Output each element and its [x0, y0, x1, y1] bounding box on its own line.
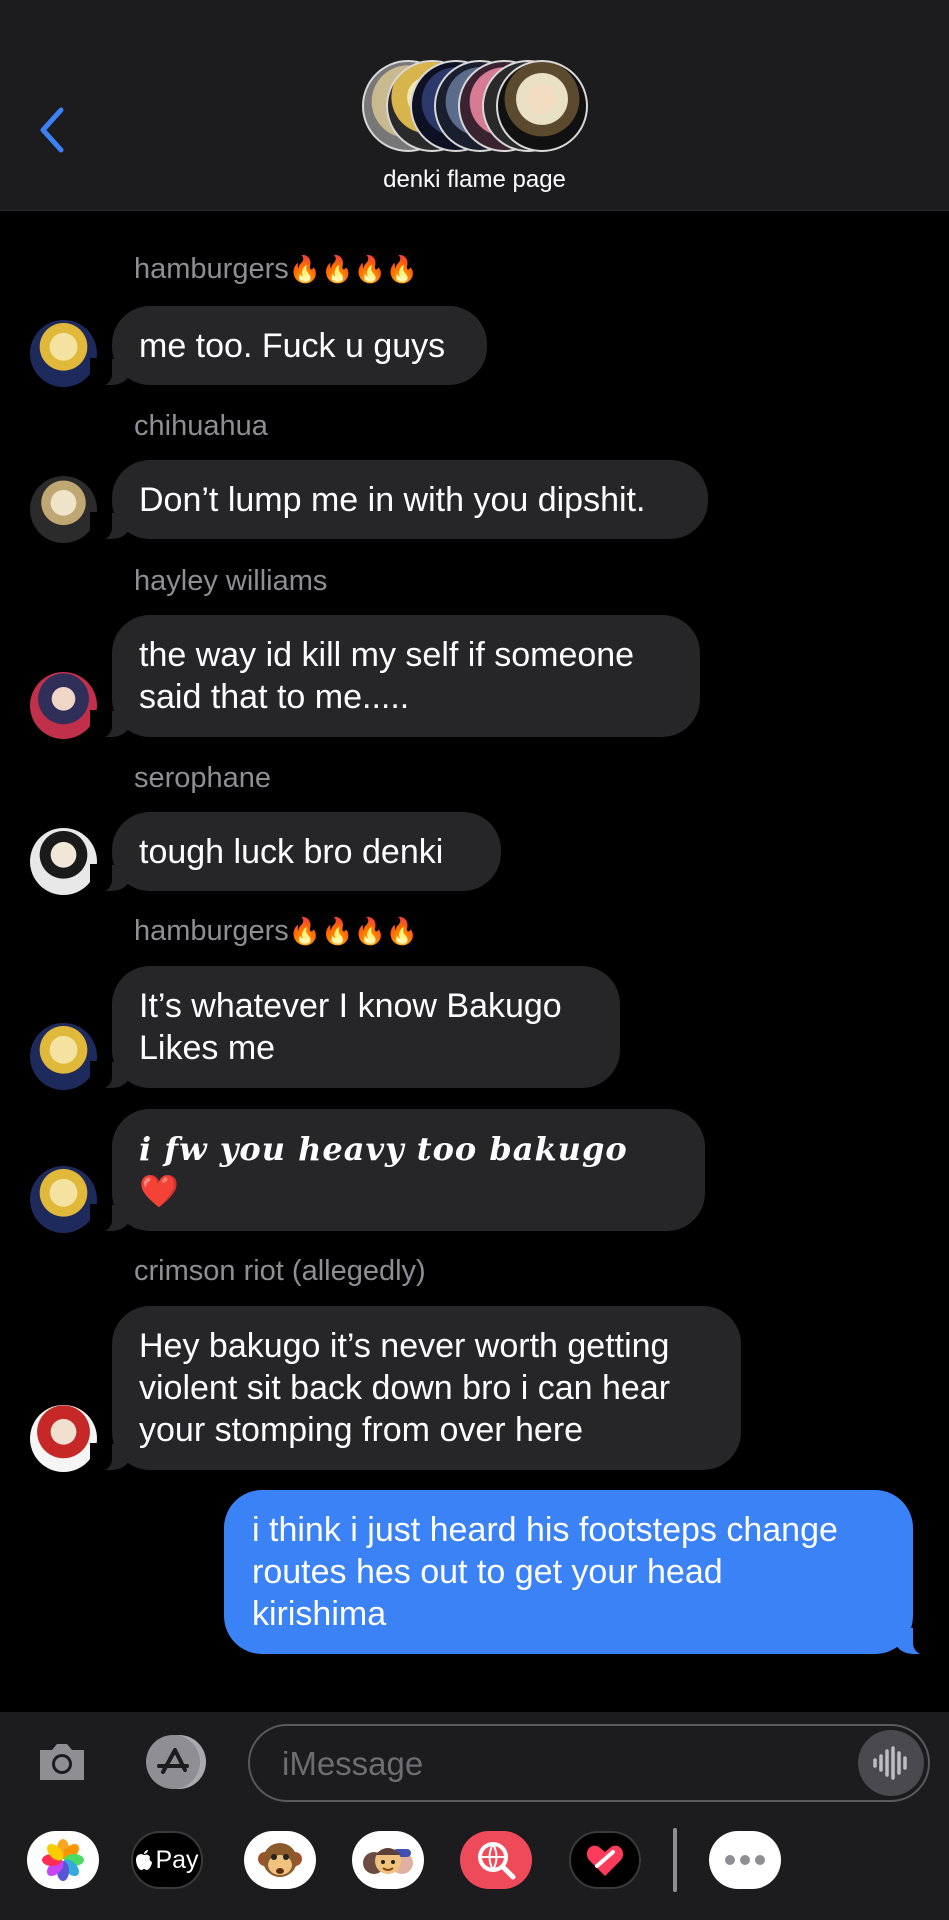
web-search-icon — [478, 1842, 516, 1880]
photos-icon — [42, 1839, 84, 1881]
message-bubble[interactable]: i fw you heavy too bakugo ❤️ — [90, 1109, 705, 1232]
avatar[interactable] — [30, 1166, 97, 1233]
message-bubble[interactable]: It’s whatever I know Bakugo Likes me — [90, 966, 620, 1089]
avatar[interactable] — [30, 476, 97, 543]
heart-emoji: ❤️ — [139, 1172, 179, 1210]
memoji-app[interactable] — [352, 1831, 424, 1889]
group-member-avatar — [496, 60, 588, 152]
chevron-left-icon — [40, 107, 64, 153]
message-bubble[interactable]: the way id kill my self if someone said … — [90, 615, 700, 738]
apps-button[interactable] — [141, 1734, 211, 1790]
avatar[interactable] — [30, 320, 97, 387]
group-name[interactable]: denki flame page — [0, 166, 949, 194]
app-tray: Pay — [0, 1812, 949, 1920]
fire-emoji: 🔥🔥🔥🔥 — [288, 255, 419, 285]
camera-button[interactable] — [34, 1734, 90, 1790]
audio-waveform-icon — [873, 1746, 907, 1780]
message-bubble[interactable]: me too. Fuck u guys — [90, 306, 487, 386]
animoji-icon — [258, 1843, 302, 1877]
avatar[interactable] — [30, 1023, 97, 1090]
digital-touch-icon — [586, 1845, 624, 1876]
sender-name: chihuahua — [134, 410, 268, 442]
voice-message-button[interactable] — [858, 1730, 924, 1796]
message-field[interactable] — [248, 1724, 930, 1802]
sender-name: hamburgers🔥🔥🔥🔥 — [134, 915, 419, 947]
message-bubble[interactable]: Don’t lump me in with you dipshit. — [90, 460, 708, 540]
digital-touch-app[interactable] — [569, 1831, 641, 1889]
photos-app[interactable] — [27, 1831, 99, 1889]
sender-name: hamburgers🔥🔥🔥🔥 — [134, 253, 419, 285]
sender-name: serophane — [134, 762, 272, 794]
group-avatar-stack[interactable] — [362, 60, 588, 154]
animoji-app[interactable] — [244, 1831, 316, 1889]
compose-bar — [0, 1712, 949, 1812]
app-store-icon — [146, 1735, 206, 1789]
message-input[interactable] — [280, 1726, 824, 1802]
more-apps-button[interactable] — [709, 1831, 781, 1889]
message-bubble[interactable]: Hey bakugo it’s never worth getting viol… — [90, 1306, 741, 1471]
my-message-bubble[interactable]: i think i just heard his footsteps chang… — [224, 1490, 935, 1655]
back-button[interactable] — [32, 100, 72, 160]
tray-divider — [673, 1828, 677, 1892]
web-search-app[interactable] — [460, 1831, 532, 1889]
more-icon — [725, 1855, 765, 1865]
apple-pay-app[interactable]: Pay — [131, 1831, 203, 1889]
chat-header: denki flame page — [0, 0, 949, 211]
message-bubble[interactable]: tough luck bro denki — [90, 812, 501, 892]
avatar[interactable] — [30, 672, 97, 739]
avatar[interactable] — [30, 1405, 97, 1472]
camera-icon — [40, 1744, 84, 1780]
memoji-icon — [363, 1848, 413, 1874]
sender-name: hayley williams — [134, 565, 328, 597]
apple-pay-icon — [136, 1850, 153, 1870]
sender-name: crimson riot (allegedly) — [134, 1255, 426, 1287]
apple-pay-label: Pay — [155, 1845, 199, 1874]
fire-emoji: 🔥🔥🔥🔥 — [288, 917, 419, 947]
avatar[interactable] — [30, 828, 97, 895]
